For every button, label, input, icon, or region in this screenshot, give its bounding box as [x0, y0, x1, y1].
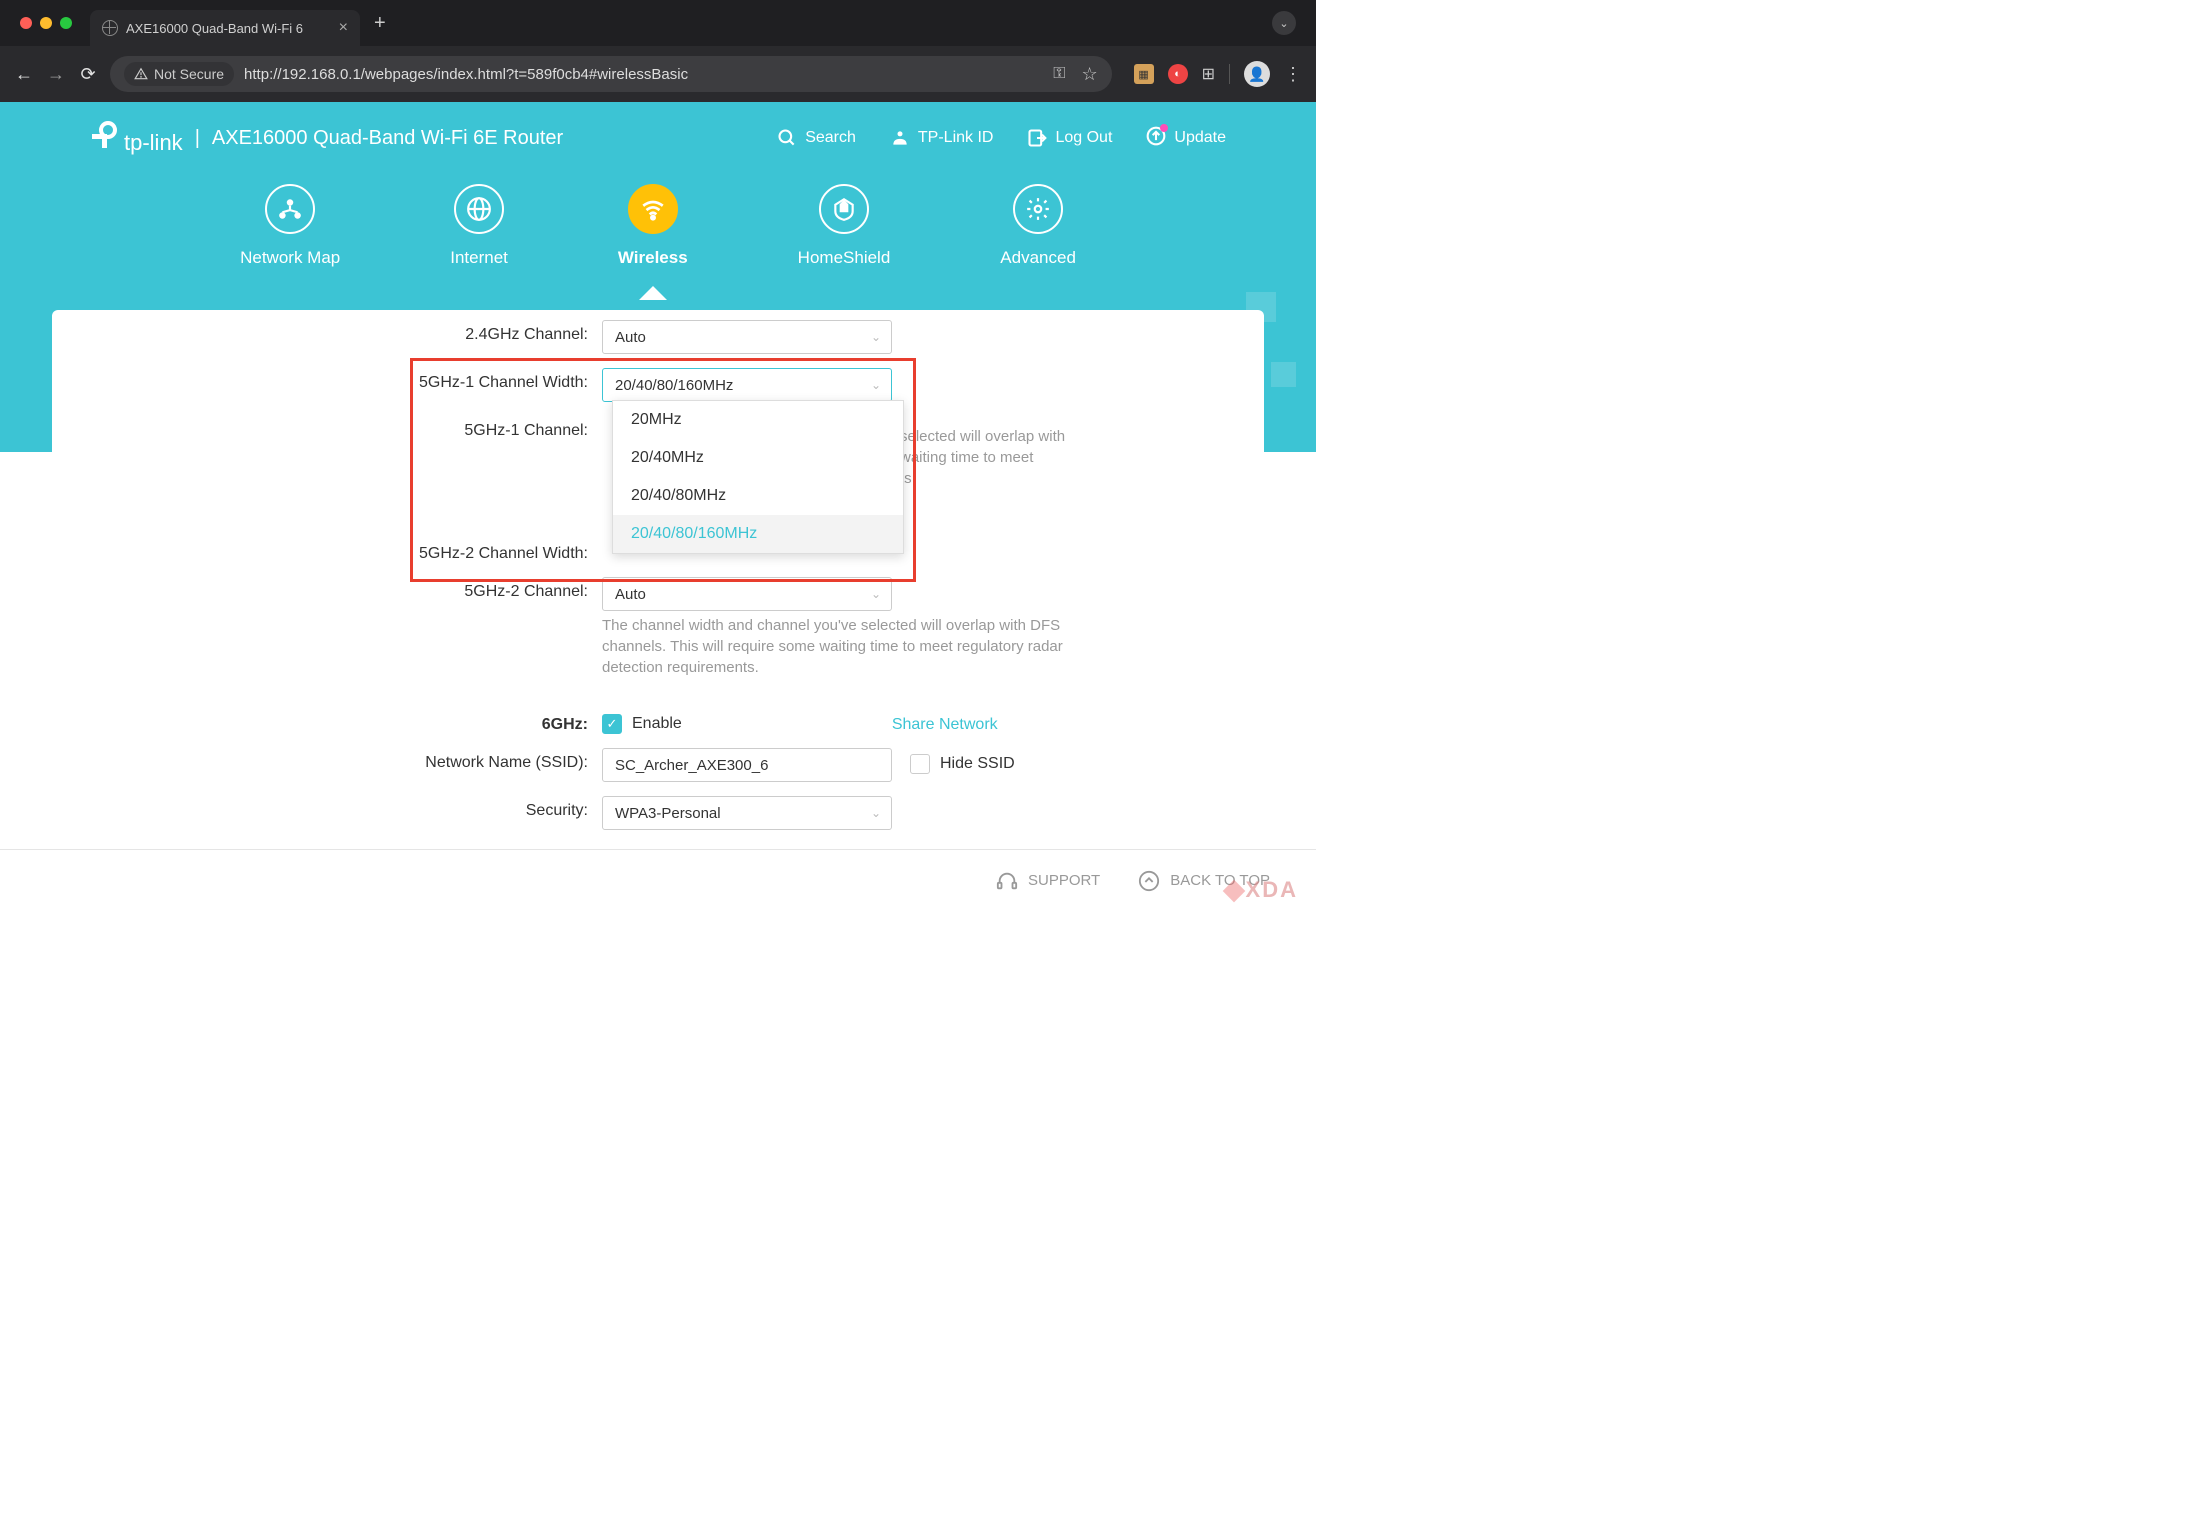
page-header: tp-link | AXE16000 Quad-Band Wi-Fi 6E Ro… — [0, 102, 1316, 156]
tplink-id-link[interactable]: TP-Link ID — [890, 128, 994, 148]
row-24ghz-channel: 2.4GHz Channel: Auto ⌄ — [52, 320, 1264, 354]
arrow-up-circle-icon — [1138, 870, 1160, 892]
dropdown-option-20-40mhz[interactable]: 20/40MHz — [613, 439, 903, 477]
label-24ghz-channel: 2.4GHz Channel: — [52, 320, 602, 344]
toolbar-extensions: ▦ ◐ ⊞ 👤 ⋮ — [1134, 61, 1302, 87]
warning-icon — [134, 67, 148, 81]
label-security: Security: — [52, 796, 602, 820]
checkbox-6ghz-enable[interactable]: ✓ — [602, 714, 622, 734]
tab-bar: AXE16000 Quad-Band Wi-Fi 6 × + ⌄ — [0, 0, 1316, 46]
chevron-down-icon: ⌄ — [871, 806, 881, 820]
chevron-down-icon: ⌄ — [871, 378, 881, 392]
dropdown-option-20-40-80-160mhz[interactable]: 20/40/80/160MHz — [613, 515, 903, 553]
url-text: http://192.168.0.1/webpages/index.html?t… — [244, 66, 688, 83]
password-key-icon[interactable]: ⚿ — [1053, 65, 1065, 83]
header-separator: | — [195, 127, 200, 150]
security-indicator[interactable]: Not Secure — [124, 62, 234, 86]
minimize-window-button[interactable] — [40, 17, 52, 29]
brand-logo[interactable]: tp-link — [90, 120, 183, 156]
user-icon — [890, 128, 910, 148]
search-icon — [777, 128, 797, 148]
row-ssid: Network Name (SSID): SC_Archer_AXE300_6 … — [52, 748, 1264, 782]
wireless-icon — [628, 184, 678, 234]
main-navigation: Network Map Internet Wireless HomeShield… — [0, 184, 1316, 268]
bookmark-star-icon[interactable]: ☆ — [1081, 64, 1097, 85]
address-bar[interactable]: Not Secure http://192.168.0.1/webpages/i… — [110, 56, 1112, 92]
row-5ghz1-width: 5GHz-1 Channel Width: 20/40/80/160MHz ⌄ — [52, 368, 1264, 402]
label-6ghz: 6GHz: — [52, 710, 602, 734]
close-window-button[interactable] — [20, 17, 32, 29]
select-24ghz-channel[interactable]: Auto ⌄ — [602, 320, 892, 354]
dropdown-option-20-40-80mhz[interactable]: 20/40/80MHz — [613, 477, 903, 515]
nav-homeshield[interactable]: HomeShield — [798, 184, 891, 268]
tabs-dropdown-button[interactable]: ⌄ — [1272, 11, 1296, 35]
nav-network-map[interactable]: Network Map — [240, 184, 340, 268]
label-5ghz2-channel: 5GHz-2 Channel: — [52, 577, 602, 601]
tplink-logo-icon — [90, 120, 120, 150]
input-ssid[interactable]: SC_Archer_AXE300_6 — [602, 748, 892, 782]
chevron-down-icon: ⌄ — [871, 330, 881, 344]
update-notification-dot — [1160, 124, 1168, 132]
hide-ssid-label: Hide SSID — [940, 755, 1015, 773]
support-link[interactable]: SUPPORT — [996, 870, 1100, 892]
browser-toolbar: ← → ⟳ Not Secure http://192.168.0.1/webp… — [0, 46, 1316, 102]
nav-advanced[interactable]: Advanced — [1000, 184, 1076, 268]
search-link[interactable]: Search — [777, 128, 856, 148]
select-security[interactable]: WPA3-Personal ⌄ — [602, 796, 892, 830]
browser-menu-button[interactable]: ⋮ — [1284, 64, 1302, 85]
channel-width-dropdown: 20MHz 20/40MHz 20/40/80MHz 20/40/80/160M… — [612, 400, 904, 554]
label-5ghz1-channel: 5GHz-1 Channel: — [52, 416, 602, 440]
dfs-warning-partial: selected will overlap withwaiting time t… — [900, 426, 1100, 489]
reload-button[interactable]: ⟳ — [78, 64, 98, 85]
extension-2-icon[interactable]: ◐ — [1168, 64, 1188, 84]
close-tab-icon[interactable]: × — [339, 19, 348, 37]
dfs-warning-text: The channel width and channel you've sel… — [602, 615, 1082, 678]
advanced-gear-icon — [1013, 184, 1063, 234]
window-controls — [20, 17, 72, 29]
row-5ghz2-channel: 5GHz-2 Channel: Auto ⌄ The channel width… — [52, 577, 1264, 678]
nav-internet[interactable]: Internet — [450, 184, 508, 268]
label-ssid: Network Name (SSID): — [52, 748, 602, 772]
homeshield-icon — [819, 184, 869, 234]
label-5ghz1-width: 5GHz-1 Channel Width: — [52, 368, 602, 392]
xda-watermark: XDA — [1226, 877, 1298, 903]
not-secure-label: Not Secure — [154, 66, 224, 82]
nav-wireless[interactable]: Wireless — [618, 184, 688, 268]
enable-label: Enable — [632, 715, 682, 733]
product-name: AXE16000 Quad-Band Wi-Fi 6E Router — [212, 127, 563, 150]
logout-link[interactable]: Log Out — [1027, 128, 1112, 148]
new-tab-button[interactable]: + — [374, 12, 386, 35]
update-link[interactable]: Update — [1146, 126, 1226, 151]
settings-panel: 2.4GHz Channel: Auto ⌄ 5GHz-1 Channel Wi… — [52, 310, 1264, 910]
internet-icon — [454, 184, 504, 234]
forward-button[interactable]: → — [46, 64, 66, 85]
headset-icon — [996, 870, 1018, 892]
globe-icon — [102, 20, 118, 36]
maximize-window-button[interactable] — [60, 17, 72, 29]
toolbar-divider — [1229, 64, 1230, 84]
row-6ghz: 6GHz: ✓ Enable Share Network — [52, 710, 1264, 734]
chevron-down-icon: ⌄ — [871, 587, 881, 601]
logout-icon — [1027, 128, 1047, 148]
share-network-link[interactable]: Share Network — [892, 716, 998, 734]
profile-avatar[interactable]: 👤 — [1244, 61, 1270, 87]
select-5ghz1-width[interactable]: 20/40/80/160MHz ⌄ — [602, 368, 892, 402]
tab-title: AXE16000 Quad-Band Wi-Fi 6 — [126, 21, 331, 36]
browser-tab[interactable]: AXE16000 Quad-Band Wi-Fi 6 × — [90, 10, 360, 46]
checkbox-hide-ssid[interactable] — [910, 754, 930, 774]
brand-text: tp-link — [124, 130, 183, 156]
back-button[interactable]: ← — [14, 64, 34, 85]
select-5ghz2-channel[interactable]: Auto ⌄ — [602, 577, 892, 611]
row-security: Security: WPA3-Personal ⌄ — [52, 796, 1264, 830]
extensions-puzzle-icon[interactable]: ⊞ — [1202, 64, 1215, 84]
footer-bar: SUPPORT BACK TO TOP — [0, 849, 1316, 911]
dropdown-option-20mhz[interactable]: 20MHz — [613, 401, 903, 439]
browser-chrome: AXE16000 Quad-Band Wi-Fi 6 × + ⌄ ← → ⟳ N… — [0, 0, 1316, 102]
label-5ghz2-width: 5GHz-2 Channel Width: — [52, 539, 602, 563]
extension-1-icon[interactable]: ▦ — [1134, 64, 1154, 84]
network-map-icon — [265, 184, 315, 234]
